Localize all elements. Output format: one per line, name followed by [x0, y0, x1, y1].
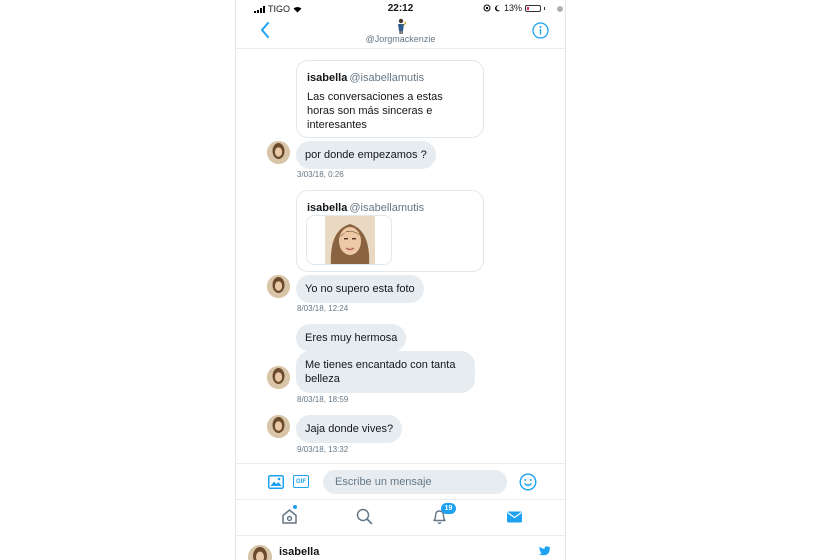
message-input[interactable]: [323, 470, 507, 494]
quoted-tweet-name: isabella: [307, 202, 348, 214]
contact-avatar[interactable]: [395, 18, 407, 34]
tweet-avatar[interactable]: [248, 545, 272, 560]
message-timestamp: 8/03/18, 18:59: [297, 395, 349, 404]
home-icon[interactable]: [281, 508, 298, 525]
emoji-icon[interactable]: [519, 473, 537, 491]
quoted-tweet-handle: @isabellamutis: [349, 72, 425, 84]
quoted-tweet-photo[interactable]: [306, 215, 392, 265]
battery-icon: [525, 4, 541, 12]
message-timestamp: 8/03/18, 12:24: [297, 304, 349, 313]
gif-icon[interactable]: GIF: [293, 475, 309, 488]
notifications-badge: 19: [441, 503, 456, 514]
twitter-bird-icon: [539, 546, 551, 556]
compose-bar: GIF: [236, 463, 565, 500]
quoted-tweet[interactable]: isabella @isabellamutis Las conversacione…: [296, 60, 484, 138]
moon-icon: [494, 4, 501, 11]
message-timestamp: 9/03/18, 13:32: [297, 445, 349, 454]
tab-bar: 19: [236, 499, 565, 536]
tweet-author-name[interactable]: isabella: [279, 546, 319, 558]
quoted-tweet-text: Las conversaciones a estas horas son más…: [307, 91, 443, 131]
rotation-lock-icon: [483, 4, 491, 12]
home-new-indicator: [293, 505, 297, 509]
status-right: 13%: [483, 3, 545, 13]
message-bubble[interactable]: por donde empezamos ?: [296, 141, 436, 169]
message-bubble[interactable]: Yo no supero esta foto: [296, 275, 424, 303]
image-icon[interactable]: [268, 475, 284, 489]
message-bubble[interactable]: Me tienes encantado con tanta belleza: [296, 351, 475, 393]
battery-tip: [544, 6, 545, 10]
avatar[interactable]: [267, 141, 290, 164]
message-bubble[interactable]: Jaja donde vives?: [296, 415, 403, 443]
search-icon[interactable]: [356, 508, 373, 525]
conversation-header: @Jorgmackenzie: [236, 16, 565, 49]
conversation-handle[interactable]: @Jorgmackenzie: [236, 34, 565, 44]
message-timestamp: 3/03/18, 0:26: [297, 170, 344, 179]
loading-indicator-icon: [557, 6, 563, 12]
quoted-tweet-name: isabella: [307, 72, 348, 84]
avatar[interactable]: [267, 275, 290, 298]
phone-screen: TIGO 22:12 13% @Jorgmackenzie isabella @i…: [235, 0, 566, 560]
quoted-tweet-handle: @isabellamutis: [349, 202, 425, 214]
battery-percent: 13%: [503, 3, 522, 13]
avatar[interactable]: [267, 415, 290, 438]
mail-icon[interactable]: [506, 508, 523, 525]
message-bubble[interactable]: Eres muy hermosa: [296, 324, 407, 352]
info-icon[interactable]: [532, 22, 549, 39]
avatar[interactable]: [267, 366, 290, 389]
quoted-tweet-with-image[interactable]: isabella @isabellamutis: [296, 190, 484, 272]
tweet-preview[interactable]: isabella: [236, 535, 565, 560]
